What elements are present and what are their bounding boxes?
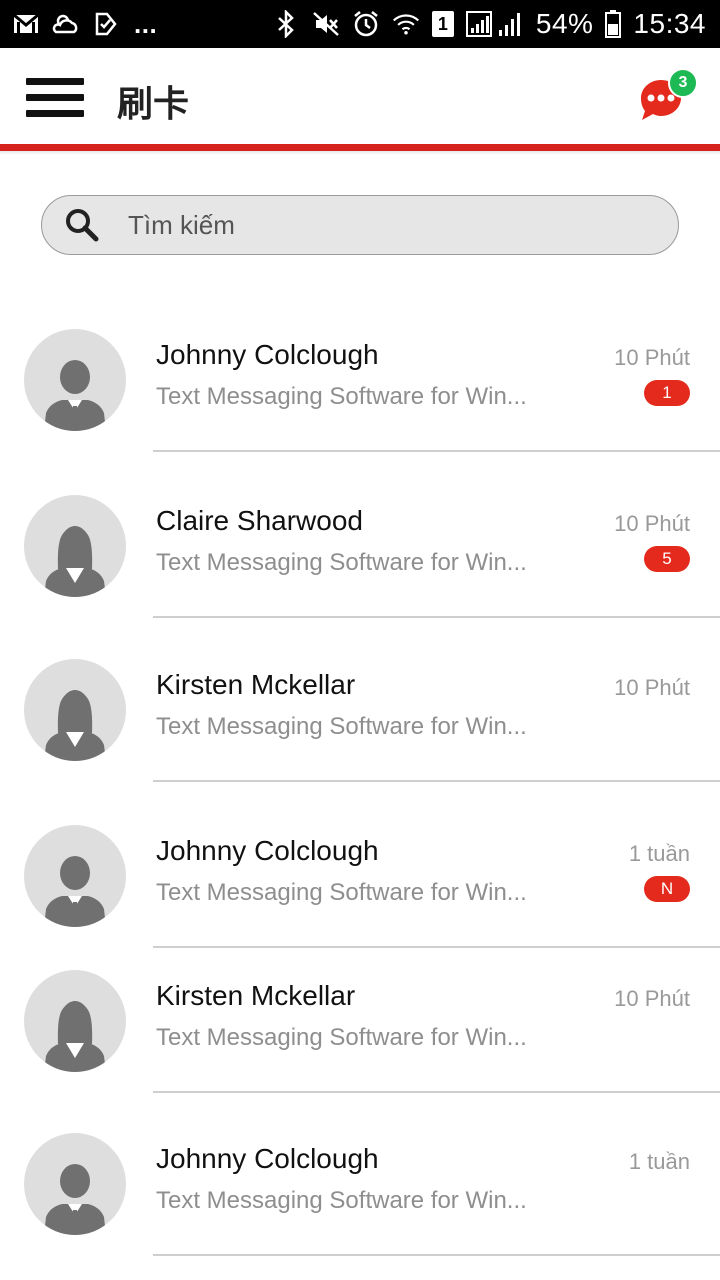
- menu-icon-bar: [26, 94, 84, 101]
- sim-slot-number: 1: [437, 13, 448, 34]
- chat-badge: 3: [668, 68, 698, 98]
- avatar: [24, 659, 126, 761]
- weather-icon: [52, 10, 80, 38]
- conversation-row[interactable]: Claire Sharwood Text Messaging Software …: [0, 451, 720, 618]
- search-bar[interactable]: [41, 195, 679, 255]
- row-divider: [153, 1254, 720, 1256]
- menu-icon-bar: [26, 78, 84, 85]
- contact-name: Claire Sharwood: [156, 505, 363, 536]
- page-title: 刷卡: [117, 83, 190, 124]
- conversation-row[interactable]: Kirsten Mckellar Text Messaging Software…: [0, 616, 720, 782]
- contact-name: Johnny Colclough: [156, 835, 379, 866]
- message-preview: Text Messaging Software for Win...: [156, 1024, 527, 1051]
- contact-name: Johnny Colclough: [156, 1143, 379, 1174]
- conversation-row[interactable]: Johnny Colclough Text Messaging Software…: [0, 1091, 720, 1256]
- status-bar-right: 1 54% 15:34: [272, 8, 706, 40]
- app-bar-shadow: [0, 151, 720, 155]
- avatar: [24, 495, 126, 597]
- message-time: 10 Phút: [614, 986, 690, 1011]
- message-preview: Text Messaging Software for Win...: [156, 879, 527, 906]
- message-time: 10 Phút: [614, 511, 690, 536]
- message-time: 10 Phút: [614, 675, 690, 700]
- app-bar-accent-line: [0, 144, 720, 151]
- battery-icon: [605, 10, 622, 38]
- bluetooth-icon: [272, 10, 300, 38]
- menu-button[interactable]: [26, 78, 84, 118]
- conversation-row[interactable]: Kirsten Mckellar Text Messaging Software…: [0, 946, 720, 1093]
- message-preview: Text Messaging Software for Win...: [156, 1187, 527, 1214]
- avatar: [24, 1133, 126, 1235]
- message-time: 1 tuần: [628, 841, 690, 866]
- message-preview: Text Messaging Software for Win...: [156, 549, 527, 576]
- female-person-icon: [44, 690, 106, 761]
- contact-name: Kirsten Mckellar: [156, 669, 356, 700]
- contact-name: Johnny Colclough: [156, 339, 379, 370]
- menu-icon-bar: [26, 110, 84, 117]
- avatar: [24, 329, 126, 431]
- male-person-icon: [44, 856, 106, 927]
- mute-icon: [312, 10, 340, 38]
- male-person-icon: [44, 1164, 106, 1235]
- alarm-icon: [352, 10, 380, 38]
- avatar: [24, 825, 126, 927]
- conversation-row[interactable]: Johnny Colclough Text Messaging Software…: [0, 296, 720, 452]
- avatar: [24, 970, 126, 1072]
- contact-name: Kirsten Mckellar: [156, 980, 356, 1011]
- female-person-icon: [44, 526, 106, 597]
- conversation-row[interactable]: Johnny Colclough Text Messaging Software…: [0, 781, 720, 948]
- status-bar: ... 1 54% 15:34: [0, 0, 720, 48]
- more-notifications-text: ...: [134, 8, 158, 39]
- clock-time: 15:34: [633, 8, 706, 39]
- message-preview: Text Messaging Software for Win...: [156, 383, 527, 410]
- app-bar: 刷卡 3: [0, 48, 720, 146]
- male-person-icon: [44, 360, 106, 431]
- message-preview: Text Messaging Software for Win...: [156, 713, 527, 740]
- search-icon: [66, 209, 99, 242]
- sim-icon: 1: [431, 11, 454, 37]
- message-time: 1 tuần: [628, 1149, 690, 1174]
- female-person-icon: [44, 1001, 106, 1072]
- signal-icon: [465, 10, 524, 38]
- gmail-icon: [12, 10, 40, 38]
- status-bar-left: ...: [12, 9, 157, 40]
- battery-percent: 54%: [535, 8, 594, 39]
- message-time: 10 Phút: [614, 345, 690, 370]
- check-app-icon: [92, 10, 120, 38]
- search-input[interactable]: [126, 196, 650, 255]
- unread-badge: 1: [644, 380, 690, 406]
- wifi-icon: [392, 10, 420, 38]
- unread-badge: 5: [644, 546, 690, 572]
- unread-badge: N: [644, 876, 690, 902]
